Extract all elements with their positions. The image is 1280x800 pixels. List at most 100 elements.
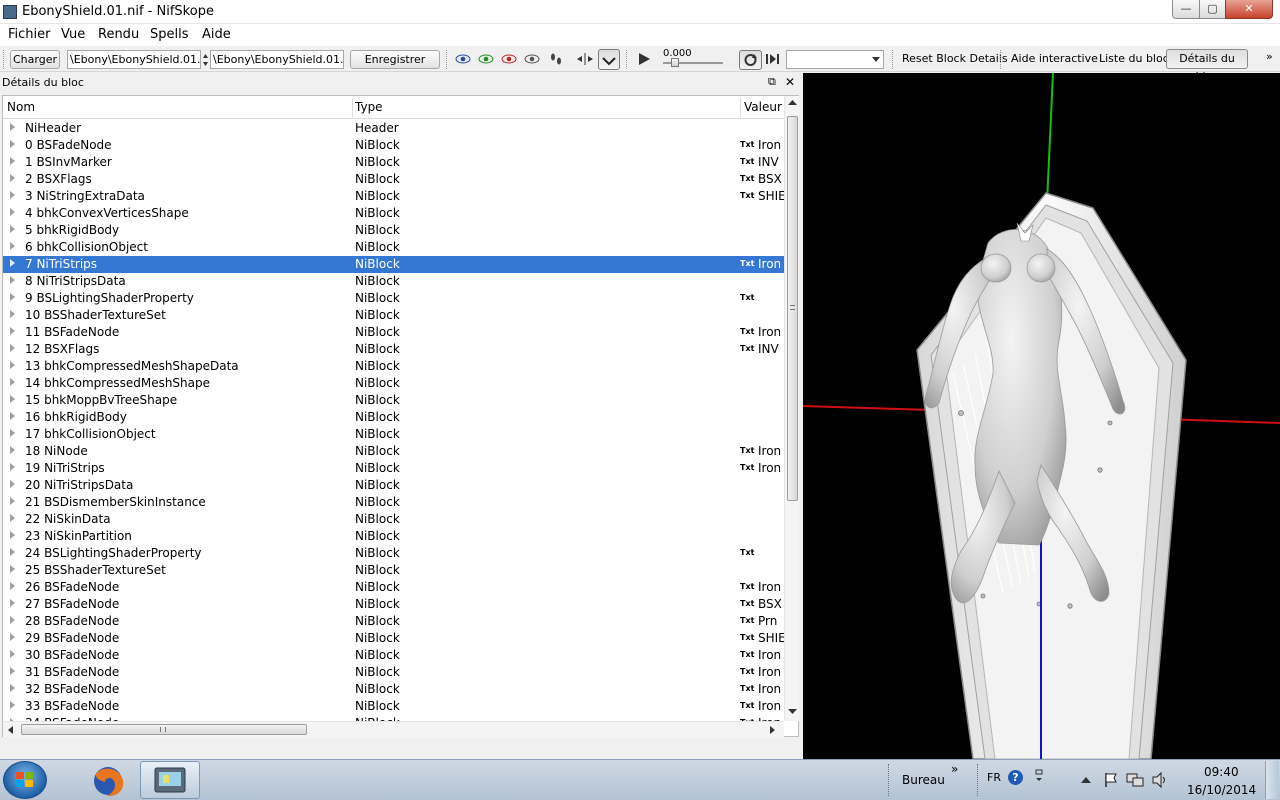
- tree-row[interactable]: 7 NiTriStrips NiBlock Txt Iron: [3, 256, 784, 273]
- tree-row[interactable]: 15 bhkMoppBvTreeShape NiBlock: [3, 392, 784, 409]
- expand-arrow-icon[interactable]: [10, 633, 15, 641]
- switch-animation-icon[interactable]: [765, 52, 781, 66]
- tree-row[interactable]: 11 BSFadeNode NiBlock Txt Iron: [3, 324, 784, 341]
- tree-row[interactable]: 18 NiNode NiBlock Txt Iron: [3, 443, 784, 460]
- load-path-field[interactable]: \Ebony\EbonyShield.01.nif: [67, 50, 201, 69]
- minimize-button[interactable]: —: [1172, 0, 1200, 19]
- expand-arrow-icon[interactable]: [10, 361, 15, 369]
- menu-rendu[interactable]: Rendu: [98, 27, 139, 42]
- tree-row[interactable]: 24 BSLightingShaderProperty NiBlock Txt: [3, 545, 784, 562]
- clock-date[interactable]: 16/10/2014: [1187, 783, 1256, 797]
- action-center-flag-icon[interactable]: [1103, 771, 1119, 789]
- horizontal-scrollbar[interactable]: [3, 721, 784, 737]
- expand-arrow-icon[interactable]: [10, 650, 15, 658]
- expand-arrow-icon[interactable]: [10, 684, 15, 692]
- maximize-button[interactable]: ▢: [1199, 0, 1226, 19]
- block-tree[interactable]: Nom Type Valeur NiHeader Header 0 BSFadeNo…: [2, 95, 799, 737]
- tree-row[interactable]: 22 NiSkinData NiBlock: [3, 511, 784, 528]
- tree-row[interactable]: 17 bhkCollisionObject NiBlock: [3, 426, 784, 443]
- expand-arrow-icon[interactable]: [10, 582, 15, 590]
- flip-view-icon[interactable]: [576, 52, 594, 66]
- render-viewport[interactable]: [803, 73, 1280, 759]
- expand-arrow-icon[interactable]: [10, 140, 15, 148]
- scroll-up-arrow-icon[interactable]: [788, 100, 797, 106]
- play-icon[interactable]: [636, 52, 652, 66]
- expand-arrow-icon[interactable]: [10, 191, 15, 199]
- show-hidden-icons-button[interactable]: [1080, 774, 1092, 784]
- toolbar-overflow-button[interactable]: »: [1266, 50, 1273, 63]
- expand-arrow-icon[interactable]: [10, 395, 15, 403]
- network-icon[interactable]: [1126, 771, 1144, 789]
- show-desktop-button[interactable]: [1265, 761, 1279, 799]
- tree-row[interactable]: 19 NiTriStrips NiBlock Txt Iron: [3, 460, 784, 477]
- expand-arrow-icon[interactable]: [10, 242, 15, 250]
- tree-row[interactable]: 29 BSFadeNode NiBlock Txt SHIE: [3, 630, 784, 647]
- column-header-value[interactable]: Valeur: [744, 100, 782, 114]
- expand-arrow-icon[interactable]: [10, 174, 15, 182]
- expand-arrow-icon[interactable]: [10, 412, 15, 420]
- menu-aide[interactable]: Aide: [202, 27, 231, 42]
- expand-arrow-icon[interactable]: [10, 429, 15, 437]
- taskbar-nifskope[interactable]: [140, 761, 200, 799]
- menu-spells[interactable]: Spells: [150, 27, 189, 42]
- load-button[interactable]: Charger: [10, 50, 60, 69]
- tree-row[interactable]: 13 bhkCompressedMeshShapeData NiBlock: [3, 358, 784, 375]
- tree-row[interactable]: 9 BSLightingShaderProperty NiBlock Txt: [3, 290, 784, 307]
- save-as-button[interactable]: Enregistrer sous: [350, 50, 440, 83]
- view-user-icon[interactable]: [524, 52, 540, 66]
- tree-row[interactable]: 33 BSFadeNode NiBlock Txt Iron: [3, 698, 784, 715]
- reset-block-details-button[interactable]: Reset Block Details: [902, 52, 1008, 65]
- tree-row[interactable]: 31 BSFadeNode NiBlock Txt Iron: [3, 664, 784, 681]
- block-list-button[interactable]: Liste du bloc: [1099, 52, 1169, 65]
- language-options-icon[interactable]: [1034, 769, 1044, 781]
- volume-icon[interactable]: [1151, 771, 1169, 789]
- expand-arrow-icon[interactable]: [10, 565, 15, 573]
- expand-arrow-icon[interactable]: [10, 497, 15, 505]
- menu-vue[interactable]: Vue: [61, 27, 85, 42]
- language-help-icon[interactable]: ?: [1008, 770, 1023, 785]
- horizontal-scroll-thumb[interactable]: [21, 724, 307, 735]
- expand-arrow-icon[interactable]: [10, 208, 15, 216]
- expand-arrow-icon[interactable]: [10, 378, 15, 386]
- animation-select[interactable]: [786, 50, 884, 69]
- tree-row[interactable]: 6 bhkCollisionObject NiBlock: [3, 239, 784, 256]
- tree-row[interactable]: 1 BSInvMarker NiBlock Txt INV: [3, 154, 784, 171]
- animation-time-slider-handle[interactable]: [671, 58, 679, 67]
- start-button[interactable]: [3, 761, 47, 799]
- tree-row[interactable]: 23 NiSkinPartition NiBlock: [3, 528, 784, 545]
- perspective-toggle-button[interactable]: [598, 49, 620, 70]
- expand-arrow-icon[interactable]: [10, 225, 15, 233]
- tree-row[interactable]: 3 NiStringExtraData NiBlock Txt SHIE: [3, 188, 784, 205]
- tree-row[interactable]: 4 bhkConvexVerticesShape NiBlock: [3, 205, 784, 222]
- loop-animation-button[interactable]: [739, 50, 762, 70]
- view-side-icon[interactable]: [501, 52, 517, 66]
- walk-mode-icon[interactable]: [548, 52, 564, 66]
- block-details-button[interactable]: Détails du bloc: [1166, 49, 1248, 83]
- tree-row[interactable]: 14 bhkCompressedMeshShape NiBlock: [3, 375, 784, 392]
- column-divider[interactable]: [352, 98, 353, 117]
- tree-row[interactable]: 2 BSXFlags NiBlock Txt BSX: [3, 171, 784, 188]
- desktop-toolbar-label[interactable]: Bureau: [902, 773, 945, 787]
- vertical-scroll-thumb[interactable]: [787, 116, 798, 501]
- desktop-toolbar-chevron[interactable]: »: [951, 762, 958, 776]
- interactive-help-button[interactable]: Aide interactive: [1011, 52, 1098, 65]
- tree-row[interactable]: 28 BSFadeNode NiBlock Txt Prn: [3, 613, 784, 630]
- expand-arrow-icon[interactable]: [10, 616, 15, 624]
- expand-arrow-icon[interactable]: [10, 531, 15, 539]
- expand-arrow-icon[interactable]: [10, 701, 15, 709]
- tree-row[interactable]: 26 BSFadeNode NiBlock Txt Iron: [3, 579, 784, 596]
- column-divider[interactable]: [740, 98, 741, 117]
- expand-arrow-icon[interactable]: [10, 514, 15, 522]
- expand-arrow-icon[interactable]: [10, 548, 15, 556]
- expand-arrow-icon[interactable]: [10, 310, 15, 318]
- view-top-icon[interactable]: [455, 52, 471, 66]
- save-path-field[interactable]: \Ebony\EbonyShield.01.nif: [210, 50, 344, 69]
- scroll-down-arrow-icon[interactable]: [788, 709, 797, 715]
- panel-close-button[interactable]: ✕: [785, 75, 795, 89]
- expand-arrow-icon[interactable]: [10, 259, 15, 267]
- tree-row[interactable]: 8 NiTriStripsData NiBlock: [3, 273, 784, 290]
- close-button[interactable]: ✕: [1225, 0, 1273, 19]
- expand-arrow-icon[interactable]: [10, 293, 15, 301]
- tree-row[interactable]: 27 BSFadeNode NiBlock Txt BSX: [3, 596, 784, 613]
- expand-arrow-icon[interactable]: [10, 327, 15, 335]
